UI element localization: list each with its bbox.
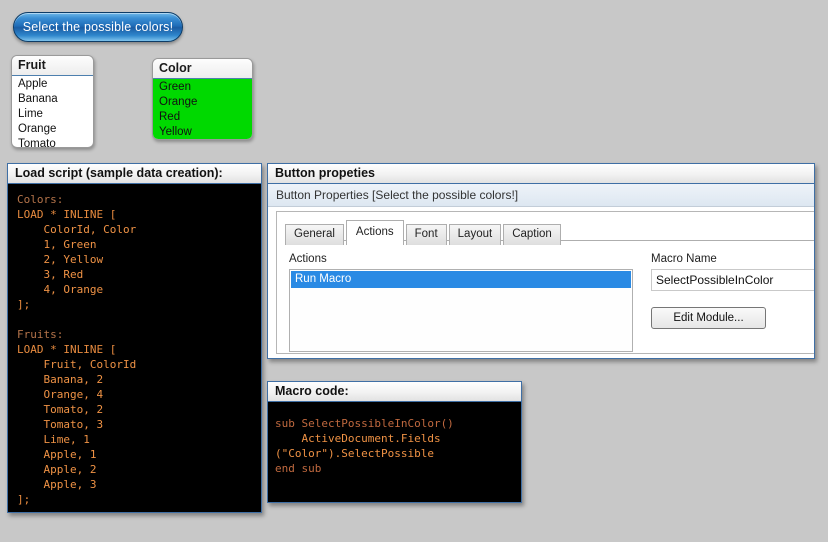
list-item[interactable]: Orange (12, 122, 93, 137)
code-line: Tomato, 2 (17, 403, 104, 416)
code-line: ]; (17, 493, 31, 506)
code-line: Apple, 3 (17, 478, 97, 491)
load-script-code: Colors: LOAD * INLINE [ ColorId, Color 1,… (8, 184, 261, 512)
code-line: ]; (17, 298, 31, 311)
code-line: Fruit, ColorId (17, 358, 137, 371)
code-line: Banana, 2 (17, 373, 104, 386)
code-line: 3, Red (17, 268, 84, 281)
macro-code-text: sub SelectPossibleInColor() ActiveDocume… (268, 402, 521, 502)
dialog-inner-frame: General Actions Font Layout Caption Actions … (276, 211, 814, 354)
list-item[interactable]: Green (153, 80, 252, 95)
list-item[interactable]: Yellow (153, 125, 252, 139)
button-properties-body: Button Properties [Select the possible c… (268, 184, 814, 358)
dialog-title-bar: Button Properties [Select the possible c… (268, 184, 814, 207)
button-properties-panel: Button propeties Button Properties [Sele… (267, 163, 815, 359)
macro-name-label: Macro Name (651, 253, 717, 265)
tab-strip[interactable]: General Actions Font Layout Caption (285, 220, 814, 245)
tab-actions[interactable]: Actions (345, 220, 404, 245)
load-script-caption: Load script (sample data creation): (8, 164, 261, 184)
edit-module-button[interactable]: Edit Module... (651, 307, 766, 329)
tab-page-actions: Actions Run Macro Macro Name Edit Module… (277, 241, 814, 352)
list-item[interactable]: Orange (153, 95, 252, 110)
code-line: 2, Yellow (17, 253, 104, 266)
code-line: sub SelectPossibleInColor() (275, 417, 454, 430)
list-item[interactable]: Tomato (12, 137, 93, 147)
code-line: end sub (275, 462, 322, 475)
actions-list[interactable]: Run Macro (289, 269, 633, 352)
code-line: Colors: (17, 193, 64, 206)
code-line: 4, Orange (17, 283, 104, 296)
code-line: 1, Green (17, 238, 97, 251)
code-line: Lime, 1 (17, 433, 90, 446)
listbox-fruit-items[interactable]: Apple Banana Lime Orange Tomato (12, 76, 93, 147)
code-line: ColorId, Color (17, 223, 137, 236)
button-properties-caption: Button propeties (268, 164, 814, 184)
code-line: Orange, 4 (17, 388, 104, 401)
code-line: ("Color").SelectPossible (275, 447, 434, 460)
list-item[interactable]: Apple (12, 77, 93, 92)
code-line: Fruits: (17, 328, 64, 341)
macro-code-caption: Macro code: (268, 382, 521, 402)
load-script-panel: Load script (sample data creation): Colo… (7, 163, 262, 513)
list-item[interactable]: Banana (12, 92, 93, 107)
select-possible-colors-button[interactable]: Select the possible colors! (13, 12, 183, 42)
listbox-color[interactable]: Color Green Orange Red Yellow (152, 58, 253, 140)
code-line: Apple, 1 (17, 448, 97, 461)
listbox-fruit[interactable]: Fruit Apple Banana Lime Orange Tomato (11, 55, 94, 148)
listbox-color-items[interactable]: Green Orange Red Yellow (153, 79, 252, 139)
list-item[interactable]: Red (153, 110, 252, 125)
macro-name-input[interactable] (651, 269, 814, 291)
macro-code-panel: Macro code: sub SelectPossibleInColor() … (267, 381, 522, 503)
code-line: LOAD * INLINE [ (17, 343, 117, 356)
macro-name-column: Macro Name Edit Module... (651, 253, 814, 329)
code-line: LOAD * INLINE [ (17, 208, 117, 221)
code-line: Tomato, 3 (17, 418, 104, 431)
code-line: Apple, 2 (17, 463, 97, 476)
code-line: ActiveDocument.Fields (275, 432, 441, 445)
actions-list-item-run-macro[interactable]: Run Macro (291, 271, 631, 288)
listbox-fruit-caption: Fruit (12, 56, 93, 76)
listbox-color-caption: Color (153, 59, 252, 79)
list-item[interactable]: Lime (12, 107, 93, 122)
